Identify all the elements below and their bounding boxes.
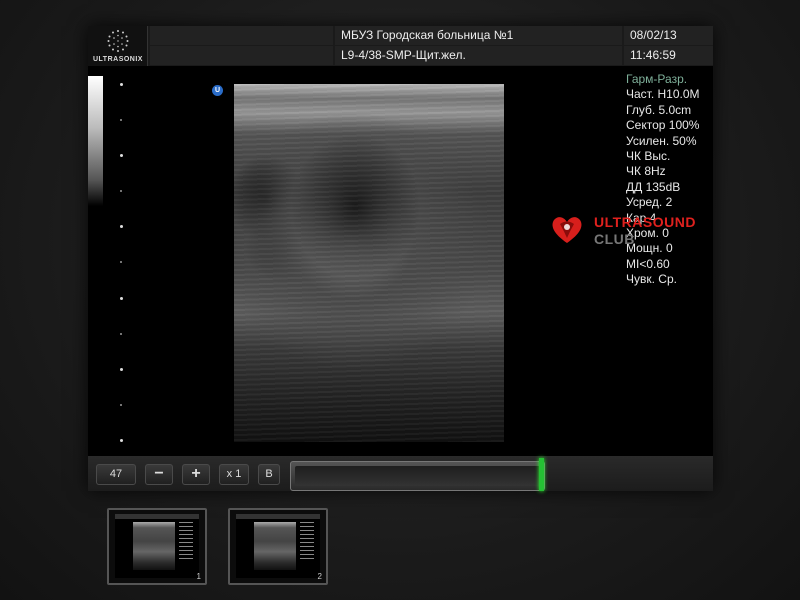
depth-marker-minor bbox=[120, 333, 122, 335]
logo: ULTRASONIX bbox=[88, 26, 148, 66]
thumbnail-preview bbox=[236, 514, 320, 578]
depth-marker bbox=[120, 83, 123, 86]
thumbnail-image bbox=[254, 522, 296, 570]
ultrasound-image[interactable] bbox=[234, 84, 504, 442]
mode-b-button[interactable]: B bbox=[258, 464, 280, 485]
param-sensitivity: Чувк. Ср. bbox=[626, 272, 677, 287]
watermark-subtitle: CLUB bbox=[594, 231, 635, 247]
thumbnail-params bbox=[179, 522, 193, 562]
header-blank-top bbox=[150, 26, 333, 45]
header-blank-bottom bbox=[150, 46, 333, 65]
param-frequency: Част. H10.0M bbox=[626, 87, 700, 102]
param-frame-rate: ЧК 8Hz bbox=[626, 164, 666, 179]
depth-marker bbox=[120, 368, 123, 371]
thumbnail-number: 2 bbox=[317, 572, 322, 581]
exam-time: 11:46:59 bbox=[624, 46, 713, 65]
header-bar: ULTRASONIX МБУЗ Городская больница №1 L9… bbox=[88, 26, 713, 66]
thumbnail-header bbox=[115, 514, 199, 519]
ultrasound-screen: ULTRASONIX МБУЗ Городская больница №1 L9… bbox=[88, 26, 713, 491]
param-averaging: Усред. 2 bbox=[626, 195, 673, 210]
image-viewport[interactable]: U Гарм-Разр. Част. H10.0M Глуб. 5.0cm Се… bbox=[88, 66, 713, 456]
ultrasound-club-watermark: ULTRASOUND CLUB bbox=[548, 210, 718, 250]
watermark-title: ULTRASOUND bbox=[594, 214, 696, 230]
zoom-button[interactable]: x 1 bbox=[219, 464, 249, 485]
exam-date: 08/02/13 bbox=[624, 26, 713, 45]
cine-position-marker[interactable] bbox=[539, 458, 544, 491]
thumbnail-params bbox=[300, 522, 314, 562]
logo-text: ULTRASONIX bbox=[93, 56, 143, 63]
depth-marker-minor bbox=[120, 119, 122, 121]
depth-marker bbox=[120, 154, 123, 157]
thumbnail-1[interactable]: 1 bbox=[107, 508, 207, 585]
depth-marker bbox=[120, 297, 123, 300]
thumbnail-image bbox=[133, 522, 175, 570]
thumbnail-header bbox=[236, 514, 320, 519]
logo-ring-icon bbox=[107, 30, 129, 52]
depth-marker bbox=[120, 439, 123, 442]
institution-name: МБУЗ Городская больница №1 bbox=[335, 26, 622, 45]
depth-marker-minor bbox=[120, 404, 122, 406]
depth-marker bbox=[120, 225, 123, 228]
param-depth: Глуб. 5.0cm bbox=[626, 102, 692, 117]
grayscale-bar bbox=[88, 76, 103, 206]
preset-name: L9-4/38-SMP-Щит.жел. bbox=[335, 46, 622, 65]
param-dynamic-range: ДД 135dB bbox=[626, 179, 681, 194]
param-gain: Усилен. 50% bbox=[626, 133, 697, 148]
ultrasound-club-logo-icon bbox=[552, 217, 582, 243]
depth-marker-minor bbox=[120, 190, 122, 192]
param-sector: Сектор 100% bbox=[626, 118, 700, 133]
cine-track bbox=[295, 466, 540, 486]
cine-scrollbar[interactable] bbox=[290, 461, 545, 491]
value-display[interactable]: 47 bbox=[96, 464, 136, 485]
bottom-toolbar: 47 − + x 1 B bbox=[88, 456, 713, 491]
orientation-marker: U bbox=[212, 85, 223, 96]
thumbnail-preview bbox=[115, 514, 199, 578]
param-mode: Гарм-Разр. bbox=[626, 72, 688, 86]
thumbnail-2[interactable]: 2 bbox=[228, 508, 328, 585]
imaging-parameters: Гарм-Разр. Част. H10.0M Глуб. 5.0cm Сект… bbox=[626, 72, 716, 288]
decrease-button[interactable]: − bbox=[145, 464, 173, 485]
increase-button[interactable]: + bbox=[182, 464, 210, 485]
thumbnail-number: 1 bbox=[196, 572, 201, 581]
depth-marker-minor bbox=[120, 261, 122, 263]
param-mi: MI<0.60 bbox=[626, 256, 670, 271]
param-frame-rate-mode: ЧК Выс. bbox=[626, 149, 671, 164]
